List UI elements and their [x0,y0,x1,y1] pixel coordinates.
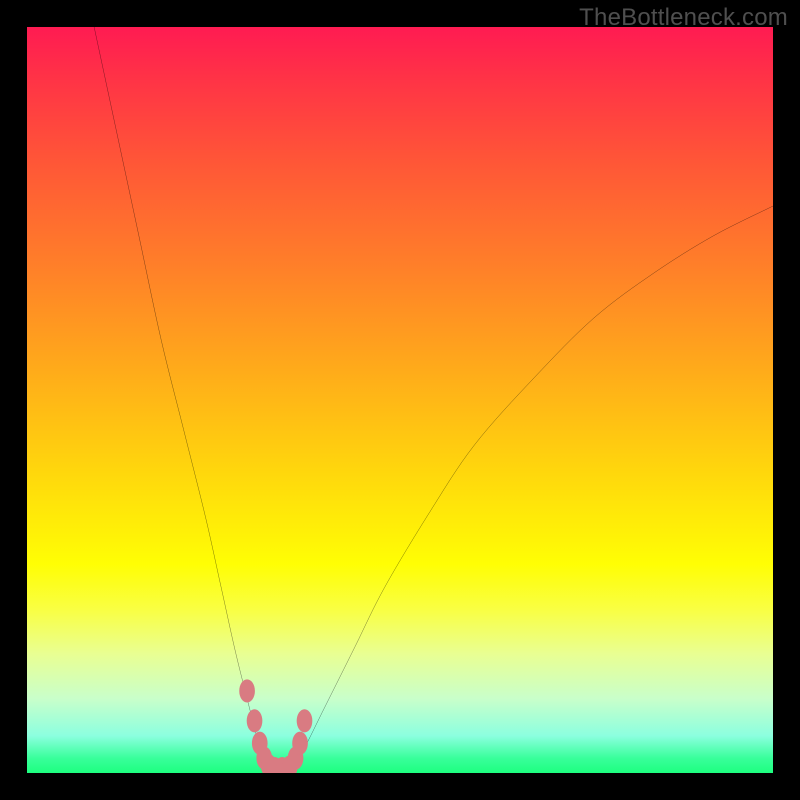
highlight-dot [297,709,313,732]
highlight-dot [292,732,308,755]
plot-area [27,27,773,773]
optimal-range-marks [27,27,773,773]
highlight-dot [247,709,263,732]
watermark-text: TheBottleneck.com [579,4,788,32]
highlight-dot [239,679,255,702]
chart-frame: TheBottleneck.com [0,0,800,800]
